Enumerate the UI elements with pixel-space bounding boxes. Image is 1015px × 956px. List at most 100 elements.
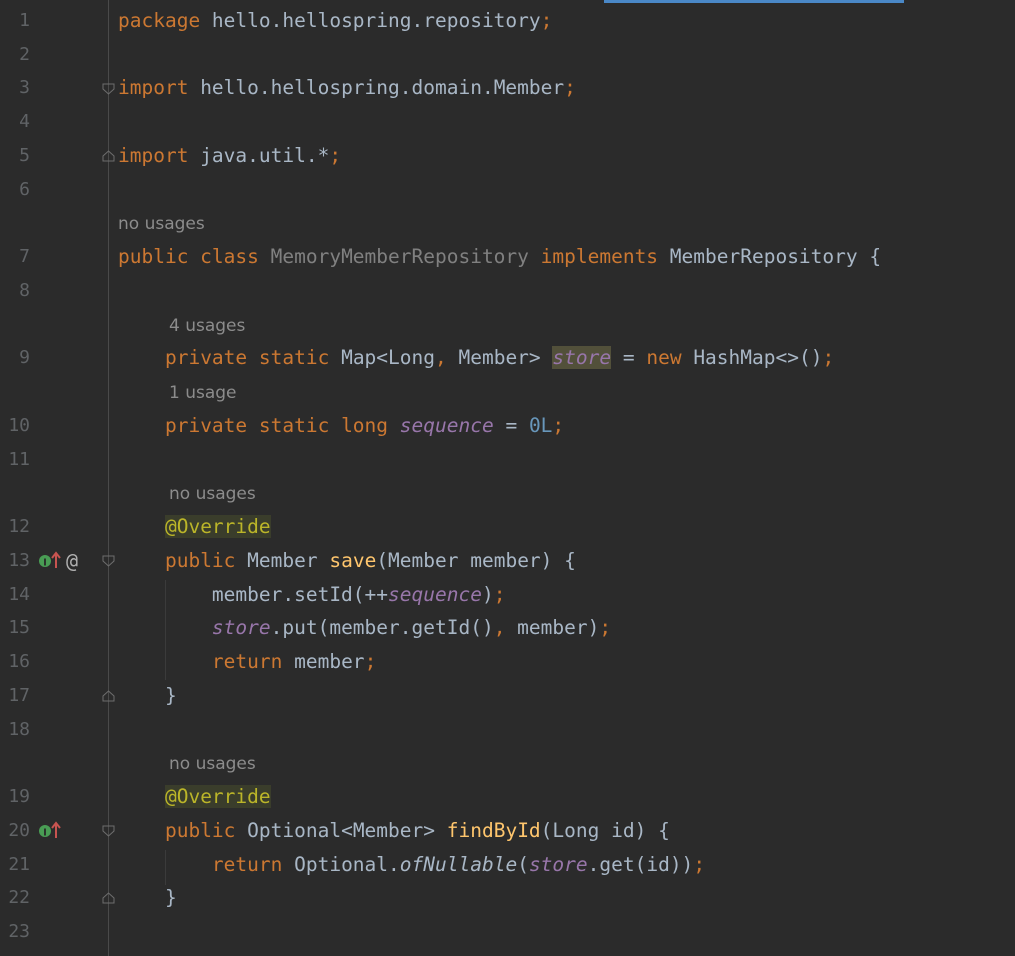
code-line[interactable]: 15 store.put(member.getId(), member); [0, 613, 1015, 643]
code-text[interactable]: public Member save(Member member) { [118, 546, 576, 576]
implements-method-icon[interactable]: I [38, 546, 62, 586]
code-line[interactable]: 22 } [0, 883, 1015, 913]
code-token: return [211, 853, 295, 876]
code-line[interactable]: 12 @Override [0, 512, 1015, 542]
line-number[interactable]: 15 [0, 613, 30, 643]
line-number[interactable]: 20 [0, 816, 30, 846]
code-line[interactable]: 8 [0, 276, 1015, 306]
code-line[interactable]: 5 import java.util.*; [0, 141, 1015, 171]
code-line[interactable]: 20 public Optional<Member> findById(Long… [0, 816, 1015, 846]
code-line[interactable]: 7 public class MemoryMemberRepository imp… [0, 242, 1015, 272]
line-number[interactable]: 22 [0, 883, 30, 913]
code-line[interactable]: 2 [0, 40, 1015, 70]
code-text[interactable]: member.setId(++sequence); [118, 580, 506, 610]
code-token: sequence [399, 414, 494, 437]
code-line[interactable]: 21 return Optional.ofNullable(store.get(… [0, 850, 1015, 880]
code-token: member) [517, 616, 600, 639]
fold-end-icon[interactable] [102, 892, 115, 904]
line-number[interactable]: 11 [0, 445, 30, 475]
code-editor[interactable]: no usages 4 usages 1 usage no usages no … [0, 0, 1015, 956]
code-token: (Long id) { [540, 819, 670, 842]
code-token: ; [552, 414, 565, 437]
code-line[interactable]: 19 @Override [0, 782, 1015, 812]
line-number[interactable]: 9 [0, 343, 30, 373]
code-token: , [493, 616, 518, 639]
code-text[interactable]: } [118, 883, 177, 913]
scroll-position-indicator [604, 0, 904, 3]
usages-hint[interactable]: no usages [118, 211, 205, 237]
code-line[interactable]: 14 member.setId(++sequence); [0, 580, 1015, 610]
code-text[interactable]: @Override [118, 512, 271, 542]
line-number[interactable]: 18 [0, 715, 30, 745]
code-text[interactable]: return Optional.ofNullable(store.get(id)… [118, 850, 705, 880]
usages-hint[interactable]: 4 usages [169, 313, 245, 339]
code-token: ; [822, 346, 835, 369]
code-token: HashMap<>() [693, 346, 823, 369]
code-text[interactable]: public Optional<Member> findById(Long id… [118, 816, 670, 846]
code-text[interactable]: package hello.hellospring.repository; [118, 6, 552, 36]
code-line[interactable]: 16 return member; [0, 647, 1015, 677]
at-sign-icon[interactable]: @ [66, 546, 78, 576]
code-token: Map<Long [341, 346, 435, 369]
line-number[interactable]: 1 [0, 6, 30, 36]
implements-method-icon[interactable]: I [38, 816, 62, 856]
line-number[interactable]: 14 [0, 580, 30, 610]
code-line[interactable]: 17 } [0, 681, 1015, 711]
code-token: public [164, 819, 248, 842]
code-token: } [118, 886, 177, 909]
code-line[interactable]: 9 private static Map<Long, Member> store… [0, 343, 1015, 373]
code-text[interactable]: private static long sequence = 0L; [118, 411, 564, 441]
usages-hint[interactable]: 1 usage [169, 380, 237, 406]
line-number[interactable]: 2 [0, 40, 30, 70]
code-token: .get(id)) [587, 853, 694, 876]
code-line[interactable]: 23 [0, 917, 1015, 947]
fold-end-icon[interactable] [102, 150, 115, 162]
line-number[interactable]: 21 [0, 850, 30, 880]
code-line[interactable]: 6 [0, 175, 1015, 205]
line-number[interactable]: 6 [0, 175, 30, 205]
code-text[interactable]: } [118, 681, 177, 711]
code-line[interactable]: 10 private static long sequence = 0L; [0, 411, 1015, 441]
code-token: findById [446, 819, 541, 842]
usages-hint[interactable]: no usages [169, 481, 256, 507]
code-token: Optional. [294, 853, 400, 876]
code-token: ofNullable [399, 853, 518, 876]
code-token: hello.hellospring.domain.Member [188, 76, 565, 99]
usages-hint[interactable]: no usages [169, 751, 256, 777]
code-text[interactable]: private static Map<Long, Member> store =… [118, 343, 834, 373]
fold-start-icon[interactable] [102, 83, 115, 95]
code-token: } [118, 684, 177, 707]
line-number[interactable]: 5 [0, 141, 30, 171]
line-number[interactable]: 8 [0, 276, 30, 306]
fold-end-icon[interactable] [102, 690, 115, 702]
fold-start-icon[interactable] [102, 825, 115, 837]
line-number[interactable]: 23 [0, 917, 30, 947]
line-number[interactable]: 4 [0, 107, 30, 137]
code-text[interactable]: @Override [118, 782, 271, 812]
line-number[interactable]: 13 [0, 546, 30, 576]
code-token: ; [693, 853, 706, 876]
code-text[interactable]: store.put(member.getId(), member); [118, 613, 611, 643]
line-number[interactable]: 3 [0, 73, 30, 103]
code-token: private static [164, 346, 342, 369]
line-number[interactable]: 19 [0, 782, 30, 812]
code-token: ; [599, 616, 612, 639]
line-number[interactable]: 7 [0, 242, 30, 272]
code-line[interactable]: 3 import hello.hellospring.domain.Member; [0, 73, 1015, 103]
line-number[interactable]: 17 [0, 681, 30, 711]
code-line[interactable]: 4 [0, 107, 1015, 137]
code-text[interactable]: import hello.hellospring.domain.Member; [118, 73, 576, 103]
fold-start-icon[interactable] [102, 555, 115, 567]
code-text[interactable]: return member; [118, 647, 376, 677]
code-line[interactable]: 1 package hello.hellospring.repository; [0, 6, 1015, 36]
code-text[interactable]: import java.util.*; [118, 141, 341, 171]
line-number[interactable]: 16 [0, 647, 30, 677]
line-number[interactable]: 12 [0, 512, 30, 542]
code-line[interactable]: 11 [0, 445, 1015, 475]
code-line[interactable]: 13 public Member save(Member member) { [0, 546, 1015, 576]
code-line[interactable]: 18 [0, 715, 1015, 745]
code-text[interactable]: public class MemoryMemberRepository impl… [118, 242, 881, 272]
line-number[interactable]: 10 [0, 411, 30, 441]
